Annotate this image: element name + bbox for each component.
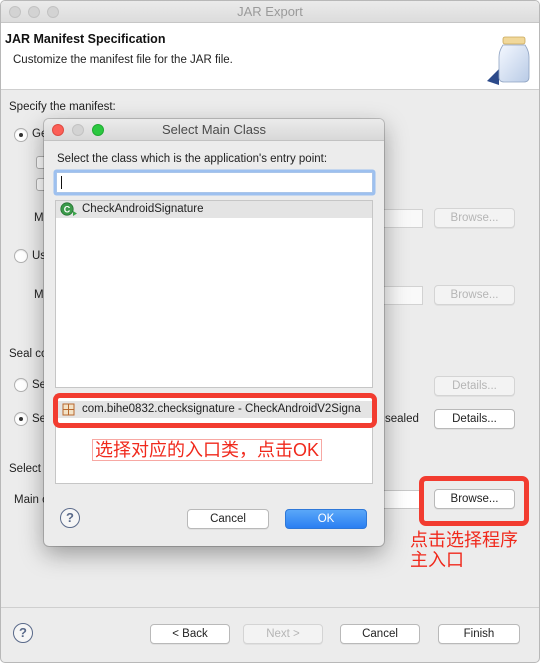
seal-contents-label: Seal co (9, 348, 48, 360)
generate-manifest-radio[interactable] (14, 128, 28, 142)
next-button[interactable]: Next > (243, 624, 323, 644)
specify-manifest-label: Specify the manifest: (9, 101, 116, 113)
minimize-window-button[interactable] (28, 6, 40, 18)
class-filter-input[interactable] (56, 172, 373, 193)
cancel-button[interactable]: Cancel (340, 624, 420, 644)
dialog-minimize-button[interactable] (72, 124, 84, 136)
manifest-file-field[interactable] (381, 209, 423, 228)
back-button[interactable]: < Back (150, 624, 230, 644)
dialog-title: Select Main Class (161, 122, 267, 137)
browse-existing-manifest-button[interactable]: Browse... (434, 285, 515, 305)
dialog-titlebar: Select Main Class (44, 119, 384, 141)
dialog-zoom-button[interactable] (92, 124, 104, 136)
browse-manifest-button[interactable]: Browse... (434, 208, 515, 228)
dialog-ok-button[interactable]: OK (285, 509, 367, 529)
dialog-prompt: Select the class which is the applicatio… (57, 153, 328, 165)
dialog-help-icon[interactable]: ? (60, 508, 80, 528)
seal-jar-radio[interactable] (14, 378, 28, 392)
main-class-section-label: Select (9, 463, 41, 475)
matching-class-item[interactable]: C CheckAndroidSignature (56, 201, 372, 218)
page-description: Customize the manifest file for the JAR … (13, 54, 233, 66)
dialog-close-button[interactable] (52, 124, 64, 136)
finish-button[interactable]: Finish (438, 624, 520, 644)
jar-icon (487, 36, 530, 85)
annotation-highlight-browse (419, 476, 529, 526)
annotation-browse-note-line2: 主入口 (410, 550, 464, 570)
zoom-window-button[interactable] (47, 6, 59, 18)
close-window-button[interactable] (9, 6, 21, 18)
select-main-class-dialog: Select Main Class Select the class which… (44, 119, 384, 546)
page-title: JAR Manifest Specification (5, 32, 166, 46)
annotation-highlight-qualifier (53, 393, 377, 428)
svg-text:C: C (64, 205, 71, 215)
annotation-browse-note-line1: 点击选择程序 (410, 530, 518, 550)
matching-classes-list[interactable]: C CheckAndroidSignature (55, 200, 373, 388)
main-class-field[interactable] (381, 490, 423, 509)
seal-jar-details-button[interactable]: Details... (434, 376, 515, 396)
window-title: JAR Export (237, 4, 303, 19)
window-titlebar: JAR Export (1, 1, 539, 23)
matching-class-label: CheckAndroidSignature (82, 203, 204, 215)
class-icon: C (60, 202, 77, 216)
main-class-label: Main c (14, 494, 48, 506)
help-icon[interactable]: ? (13, 623, 33, 643)
use-existing-manifest-radio[interactable] (14, 249, 28, 263)
seal-packages-radio[interactable] (14, 412, 28, 426)
seal-packages-details-button[interactable]: Details... (434, 409, 515, 429)
sealed-suffix-label: sealed (385, 413, 419, 425)
text-caret (61, 176, 62, 189)
footer-divider (1, 607, 539, 608)
wizard-header: JAR Manifest Specification Customize the… (1, 23, 539, 90)
annotation-dialog-note: 选择对应的入口类，点击OK (92, 439, 323, 461)
dialog-cancel-button[interactable]: Cancel (187, 509, 269, 529)
existing-manifest-field[interactable] (381, 286, 423, 305)
